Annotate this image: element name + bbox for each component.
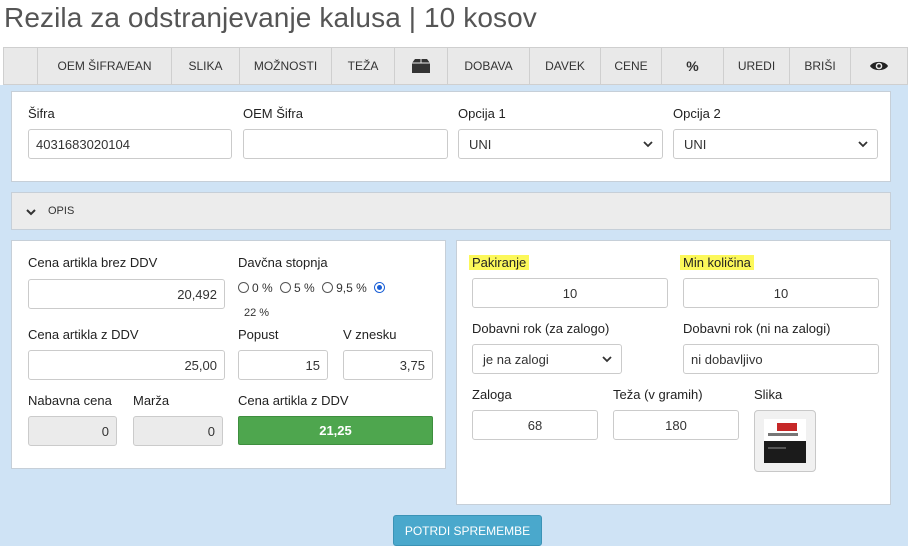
product-image-icon: [764, 419, 806, 463]
cena-brez-ddv-input[interactable]: 20,492: [28, 279, 225, 309]
tab-davek[interactable]: DAVEK: [529, 48, 600, 84]
oem-sifra-label: OEM Šifra: [243, 106, 303, 121]
min-kolicina-label: Min količina: [680, 255, 754, 270]
dobavni-rok-zaloga-value: je na zalogi: [483, 351, 549, 367]
chevron-down-icon: [26, 209, 36, 216]
tab-moznosti[interactable]: MOŽNOSTI: [239, 48, 331, 84]
tax-rate-radios: 0 % 5 % 9,5 %: [238, 281, 388, 295]
dobavni-rok-ni-label: Dobavni rok (ni na zalogi): [683, 321, 831, 336]
tab-uredi[interactable]: UREDI: [723, 48, 789, 84]
tax-rate-22[interactable]: [374, 281, 388, 295]
cena-z-ddv-input[interactable]: 25,00: [28, 350, 225, 380]
zaloga-input[interactable]: 68: [472, 410, 598, 440]
codes-panel: Šifra 4031683020104 OEM Šifra Opcija 1 U…: [11, 91, 891, 182]
main-content: Šifra 4031683020104 OEM Šifra Opcija 1 U…: [0, 85, 908, 546]
tax-rate-9-5[interactable]: 9,5 %: [322, 281, 367, 295]
teza-label: Teža (v gramih): [613, 387, 703, 402]
dobavni-rok-ni-input[interactable]: ni dobavljivo: [683, 344, 879, 374]
opcija1-label: Opcija 1: [458, 106, 506, 121]
opcija2-value: UNI: [684, 136, 707, 152]
tab-slika[interactable]: SLIKA: [171, 48, 239, 84]
oem-sifra-input[interactable]: [243, 129, 448, 159]
teza-input[interactable]: 180: [613, 410, 739, 440]
chevron-down-icon: [858, 141, 868, 148]
cena-final-label: Cena artikla z DDV: [238, 393, 349, 408]
cena-z-ddv-label: Cena artikla z DDV: [28, 327, 139, 342]
davcna-stopnja-label: Davčna stopnja: [238, 255, 328, 270]
popust-label: Popust: [238, 327, 279, 342]
dobavni-rok-zaloga-select[interactable]: je na zalogi: [472, 344, 622, 374]
page-title: Rezila za odstranjevanje kalusa | 10 kos…: [4, 2, 537, 33]
marza-label: Marža: [133, 393, 170, 408]
dobavni-rok-zaloga-label: Dobavni rok (za zalogo): [472, 321, 610, 336]
marza-input: 0: [133, 416, 223, 446]
sifra-label: Šifra: [28, 106, 55, 121]
opcija1-value: UNI: [469, 136, 492, 152]
v-znesku-label: V znesku: [343, 327, 397, 342]
chevron-down-icon: [643, 141, 653, 148]
tab-percent[interactable]: %: [661, 48, 723, 84]
v-znesku-input[interactable]: 3,75: [343, 350, 433, 380]
pricing-panel: Cena artikla brez DDV 20,492 Davčna stop…: [11, 240, 446, 469]
tab-packaging[interactable]: [394, 48, 447, 84]
cena-brez-ddv-label: Cena artikla brez DDV: [28, 255, 158, 270]
nabavna-cena-input: 0: [28, 416, 117, 446]
toolbar: OEM ŠIFRA/EAN SLIKA MOŽNOSTI TEŽA DOBAVA…: [3, 47, 908, 85]
confirm-changes-button[interactable]: POTRDI SPREMEMBE: [393, 515, 542, 546]
cena-final-value: 21,25: [238, 416, 433, 445]
tab-visibility[interactable]: [850, 48, 907, 84]
tax-rate-0[interactable]: 0 %: [238, 281, 273, 295]
product-image-thumbnail[interactable]: [754, 410, 816, 472]
opcija2-select[interactable]: UNI: [673, 129, 878, 159]
tab-brisi[interactable]: BRIŠI: [789, 48, 850, 84]
box-icon: [412, 59, 430, 73]
tax-rate-5[interactable]: 5 %: [280, 281, 315, 295]
stock-panel: Pakiranje 10 Min količina 10 Dobavni rok…: [456, 240, 891, 505]
tab-teza[interactable]: TEŽA: [331, 48, 394, 84]
eye-icon: [870, 61, 888, 71]
tab-cene[interactable]: CENE: [600, 48, 661, 84]
chevron-down-icon: [602, 356, 612, 363]
slika-label: Slika: [754, 387, 783, 402]
opcija1-select[interactable]: UNI: [458, 129, 663, 159]
min-kolicina-input[interactable]: 10: [683, 278, 879, 308]
zaloga-label: Zaloga: [472, 387, 512, 402]
pakiranje-label: Pakiranje: [469, 255, 530, 270]
tab-oem-sifra-ean[interactable]: OEM ŠIFRA/EAN: [37, 48, 171, 84]
opis-label: OPIS: [48, 205, 75, 217]
opcija2-label: Opcija 2: [673, 106, 721, 121]
pakiranje-input[interactable]: 10: [472, 278, 668, 308]
tax-rate-note: 22 %: [244, 307, 270, 319]
sifra-input[interactable]: 4031683020104: [28, 129, 232, 159]
nabavna-cena-label: Nabavna cena: [28, 393, 112, 408]
opis-section-toggle[interactable]: OPIS: [11, 192, 891, 230]
popust-input[interactable]: 15: [238, 350, 328, 380]
tab-dobava[interactable]: DOBAVA: [447, 48, 529, 84]
